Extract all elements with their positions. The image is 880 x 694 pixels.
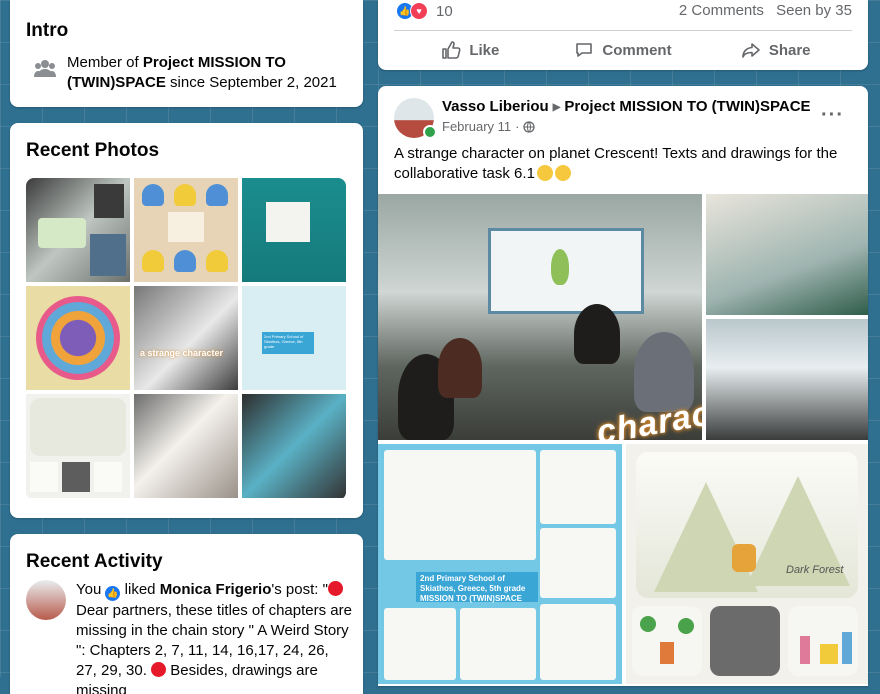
projector-screen	[488, 228, 644, 314]
drawing-page	[540, 450, 616, 524]
mountain-drawing: Dark Forest	[636, 452, 858, 598]
caret-right-icon: ▶	[552, 102, 561, 113]
share-button[interactable]: Share	[699, 34, 852, 66]
recent-photos-title: Recent Photos	[26, 140, 160, 161]
photo-thumbnail[interactable]	[26, 286, 130, 390]
post-meta: February 11 ·	[442, 119, 536, 134]
group-link[interactable]: Project MISSION TO (TWIN)SPACE	[564, 98, 810, 115]
student-figure	[574, 304, 620, 364]
thumbs-up-icon	[442, 41, 461, 59]
intro-card: Intro Member of Project MISSION TO (TWIN…	[10, 0, 363, 107]
author-link[interactable]: Vasso Liberiou	[442, 98, 549, 115]
recent-activity-title: Recent Activity	[26, 551, 163, 572]
handwritten-page	[384, 450, 536, 560]
drawing-thumbnail	[632, 606, 702, 676]
seen-by-link[interactable]: Seen by 35	[776, 2, 852, 19]
photo-thumbnail[interactable]	[242, 178, 346, 282]
avatar[interactable]	[26, 580, 66, 620]
recent-photos-card: Recent Photos a strange character 2nd Pr…	[10, 123, 363, 518]
post-photo[interactable]: character	[378, 194, 702, 440]
member-prefix: Member of	[67, 54, 143, 71]
post-card: Vasso Liberiou ▶ Project MISSION TO (TWIN)…	[378, 86, 868, 686]
like-icon: 👍	[105, 586, 121, 601]
photo-grid: a strange character 2nd Primary School o…	[26, 178, 346, 500]
photo-thumbnail[interactable]	[134, 394, 238, 498]
grinning-emoji-icon	[536, 165, 553, 181]
globe-icon	[523, 120, 536, 133]
post-media-bottom: 2nd Primary School of Skiathos, Greece, …	[378, 444, 868, 684]
student-figure	[438, 338, 482, 398]
comment-button[interactable]: Comment	[547, 34, 700, 66]
photo-thumbnail[interactable]: 2nd Primary School of Skiathos, Greece, …	[242, 286, 346, 390]
smile-emoji-icon	[554, 165, 571, 181]
member-since: since September 2, 2021	[165, 74, 337, 91]
post-body: A strange character on planet Crescent! …	[394, 145, 838, 182]
photo-thumbnail[interactable]	[26, 394, 130, 498]
post-media-top: character	[378, 194, 868, 440]
post-photo[interactable]	[706, 194, 868, 315]
post-header: Vasso Liberiou ▶ Project MISSION TO (TWIN)…	[442, 98, 811, 115]
school-banner: 2nd Primary School of Skiathos, Greece, …	[416, 572, 538, 603]
more-options-icon[interactable]: ···	[821, 104, 844, 127]
comments-count-link[interactable]: 2 Comments	[679, 2, 764, 19]
love-reaction-icon: ♥	[410, 2, 428, 20]
drawing-thumbnail	[710, 606, 780, 676]
drawing-page	[540, 528, 616, 598]
activity-author-link[interactable]: Monica Frigerio	[160, 581, 272, 598]
photo-thumbnail[interactable]	[26, 178, 130, 282]
separator-dot: ·	[515, 119, 520, 134]
photo-thumbnail[interactable]	[134, 178, 238, 282]
photo-caption: 2nd Primary School of Skiathos, Greece, …	[262, 332, 314, 354]
like-label: Like	[469, 41, 500, 59]
reactions-summary[interactable]: 👍 ♥ 10	[396, 2, 453, 20]
activity-subject: You	[76, 581, 102, 598]
photo-thumbnail[interactable]	[242, 394, 346, 498]
post-text: A strange character on planet Crescent! …	[394, 144, 854, 184]
post-stats: 2 Comments Seen by 35	[679, 2, 852, 19]
activity-post-prefix: 's post: "	[271, 581, 328, 598]
drawing-page	[540, 604, 616, 680]
comment-icon	[576, 43, 593, 57]
recent-activity-card: Recent Activity You 👍 liked Monica Frige…	[10, 534, 363, 694]
share-icon	[742, 43, 760, 58]
like-button[interactable]: Like	[394, 34, 547, 66]
comment-label: Comment	[602, 41, 672, 59]
post-photo[interactable]: 2nd Primary School of Skiathos, Greece, …	[378, 444, 622, 684]
post-card: 👍 ♥ 10 2 Comments Seen by 35 Like Commen…	[378, 0, 868, 70]
share-label: Share	[768, 41, 811, 59]
photo-thumbnail[interactable]: a strange character	[134, 286, 238, 390]
divider	[394, 30, 852, 31]
red-circle-icon	[327, 581, 343, 596]
red-circle-icon	[151, 662, 167, 677]
post-photo-column	[706, 194, 868, 440]
activity-verb: liked	[124, 581, 156, 598]
group-icon	[34, 60, 56, 77]
drawing-page	[460, 608, 536, 680]
post-actions: Like Comment Share	[394, 34, 852, 66]
intro-title: Intro	[26, 20, 69, 41]
drawing-thumbnail	[788, 606, 858, 676]
drawing-caption: Dark Forest	[786, 564, 844, 576]
online-status-dot	[423, 125, 437, 139]
post-photo[interactable]: Dark Forest	[626, 444, 868, 684]
post-photo[interactable]	[706, 319, 868, 440]
reaction-count: 10	[436, 2, 453, 20]
membership-info: Member of Project MISSION TO (TWIN)SPACE…	[67, 53, 357, 93]
drawing-page	[384, 608, 456, 680]
photo-caption: a strange character	[140, 348, 224, 358]
post-date-link[interactable]: February 11	[442, 119, 511, 134]
